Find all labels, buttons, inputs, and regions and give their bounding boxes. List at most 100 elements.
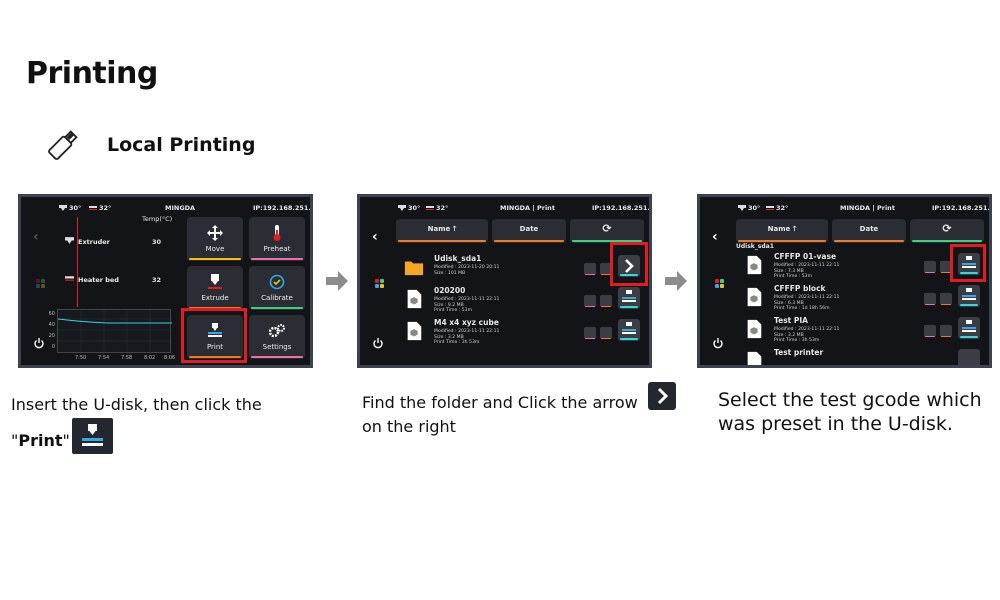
print-file-highlight-box xyxy=(950,244,986,282)
sort-by-date-button[interactable]: Date xyxy=(832,219,906,243)
copy-icon[interactable] xyxy=(924,325,936,337)
print-file-button[interactable] xyxy=(618,319,640,341)
nozzle-temp: 30° xyxy=(59,204,81,212)
bed-temp: 32° xyxy=(89,204,111,212)
copy-icon[interactable] xyxy=(584,327,596,339)
y-tick: 60 xyxy=(48,311,55,317)
y-tick: 40 xyxy=(48,322,55,328)
copy-icon[interactable] xyxy=(584,295,596,307)
nozzle-temp: 30° xyxy=(398,204,420,212)
print-file-button[interactable] xyxy=(618,287,640,309)
inline-chevron-right-icon xyxy=(648,382,676,410)
heatbed-icon xyxy=(766,206,774,210)
extruder-value: 30 xyxy=(152,238,162,246)
temp-series-line xyxy=(58,318,172,324)
file-row[interactable]: CFFFP 01-vase Modified : 2023-11-11 22:1… xyxy=(738,251,983,283)
heater-bed-label: Heater bed xyxy=(78,276,119,284)
heatbed-icon xyxy=(89,206,97,210)
screen-title: MINGDA | Print xyxy=(840,204,895,212)
back-arrow-icon[interactable]: ‹ xyxy=(712,229,718,245)
refresh-button[interactable]: ⟳ xyxy=(570,219,644,243)
file-row[interactable]: M4 x4 xyz cube Modified : 2023-11-11 22:… xyxy=(398,317,643,349)
ip-address: IP:192.168.251.121 xyxy=(592,204,650,212)
status-bar: 30° 32° MINGDA | Print IP:192.168.251.12… xyxy=(360,203,649,215)
step3-caption: Select the test gcode which was preset i… xyxy=(718,389,982,435)
temp-header: Temp(°C) xyxy=(142,215,173,223)
ip-address: IP:192.168.251.121 xyxy=(932,204,990,212)
udisk-folder-screen: 30° 32° MINGDA | Print IP:192.168.251.12… xyxy=(697,194,992,368)
back-arrow-icon[interactable]: ‹ xyxy=(372,229,378,245)
print-bold-label: Print xyxy=(18,431,63,450)
gcode-file-icon xyxy=(747,255,762,275)
sort-by-date-button[interactable]: Date xyxy=(492,219,566,243)
folder-path: Udisk_sda1 xyxy=(736,243,774,250)
file-row-folder[interactable]: Udisk_sda1 Modified : 2023-11-20 20:11 Si… xyxy=(398,253,643,285)
gears-icon xyxy=(268,324,285,338)
preheat-button[interactable]: Preheat xyxy=(249,217,305,261)
apps-icon[interactable] xyxy=(36,279,45,288)
nozzle-icon xyxy=(398,205,406,211)
heatbed-icon xyxy=(426,206,434,210)
print-icon xyxy=(622,322,636,334)
section-subtitle: Local Printing xyxy=(107,134,256,156)
file-row[interactable]: 020200 Modified : 2023-11-11 22:11 Size :… xyxy=(398,285,643,317)
temp-divider xyxy=(77,217,78,307)
extrude-button[interactable]: Extrude xyxy=(187,266,243,310)
power-icon[interactable] xyxy=(33,337,45,349)
file-row[interactable]: Test PIA Modified : 2023-11-11 22:11 Size… xyxy=(738,315,983,347)
extruder-label: Extruder xyxy=(78,238,110,246)
file-row[interactable]: Test printer xyxy=(738,347,983,365)
print-icon xyxy=(962,320,976,332)
y-tick: 20 xyxy=(48,333,55,339)
y-tick: 0 xyxy=(51,344,55,350)
heater-bed-value: 32 xyxy=(152,276,162,284)
ip-address: IP:192.168.251.121 xyxy=(253,204,311,212)
print-file-button[interactable] xyxy=(958,285,980,307)
temp-chart xyxy=(57,309,172,354)
step1-caption: Insert the U-disk, then click the "Print… xyxy=(11,395,262,450)
gcode-file-icon xyxy=(747,287,762,307)
gcode-file-icon xyxy=(747,351,762,365)
next-step-arrow-icon xyxy=(326,271,348,291)
delete-icon[interactable] xyxy=(600,327,612,339)
thermometer-icon xyxy=(273,225,281,241)
back-arrow-icon[interactable]: ‹ xyxy=(33,229,39,245)
file-row[interactable]: CFFFP block Modified : 2023-11-11 22:11 S… xyxy=(738,283,983,315)
usb-stick-icon xyxy=(48,130,78,160)
copy-icon[interactable] xyxy=(924,293,936,305)
x-tick: 7:58 xyxy=(121,355,133,361)
status-bar: 30° 32° MINGDA | Print IP:192.168.251.12… xyxy=(700,203,989,215)
apps-icon[interactable] xyxy=(375,279,384,288)
x-tick: 8:06 xyxy=(164,355,176,361)
settings-button[interactable]: Settings xyxy=(249,315,305,359)
x-tick: 7:54 xyxy=(98,355,110,361)
delete-icon[interactable] xyxy=(940,293,952,305)
bed-temp: 32° xyxy=(766,204,788,212)
gcode-file-icon xyxy=(407,321,422,341)
next-step-arrow-icon xyxy=(665,271,687,291)
nozzle-icon xyxy=(59,205,67,211)
apps-icon[interactable] xyxy=(715,279,724,288)
move-arrows-icon xyxy=(207,225,223,241)
inline-print-icon xyxy=(72,418,113,454)
delete-icon[interactable] xyxy=(600,295,612,307)
print-highlight-box xyxy=(181,308,247,363)
power-icon[interactable] xyxy=(712,337,724,349)
copy-icon[interactable] xyxy=(584,263,596,275)
move-button[interactable]: Move xyxy=(187,217,243,261)
sort-by-name-button[interactable]: Name 🡑 xyxy=(396,219,488,243)
calibrate-button[interactable]: Calibrate xyxy=(249,266,305,310)
power-icon[interactable] xyxy=(372,337,384,349)
print-file-button[interactable] xyxy=(958,349,980,365)
print-file-button[interactable] xyxy=(958,317,980,339)
delete-icon[interactable] xyxy=(940,325,952,337)
sort-by-name-button[interactable]: Name 🡑 xyxy=(736,219,828,243)
chart-y-ticks: 60 40 20 0 xyxy=(47,309,55,353)
nozzle-icon xyxy=(738,205,746,211)
x-tick: 8:02 xyxy=(144,355,156,361)
refresh-button[interactable]: ⟳ xyxy=(910,219,984,243)
copy-icon[interactable] xyxy=(924,261,936,273)
x-tick: 7:50 xyxy=(75,355,87,361)
status-bar: 30° 32° MINGDA IP:192.168.251.121 xyxy=(21,203,310,215)
home-screen: 30° 32° MINGDA IP:192.168.251.121 ‹ Temp… xyxy=(18,194,313,368)
